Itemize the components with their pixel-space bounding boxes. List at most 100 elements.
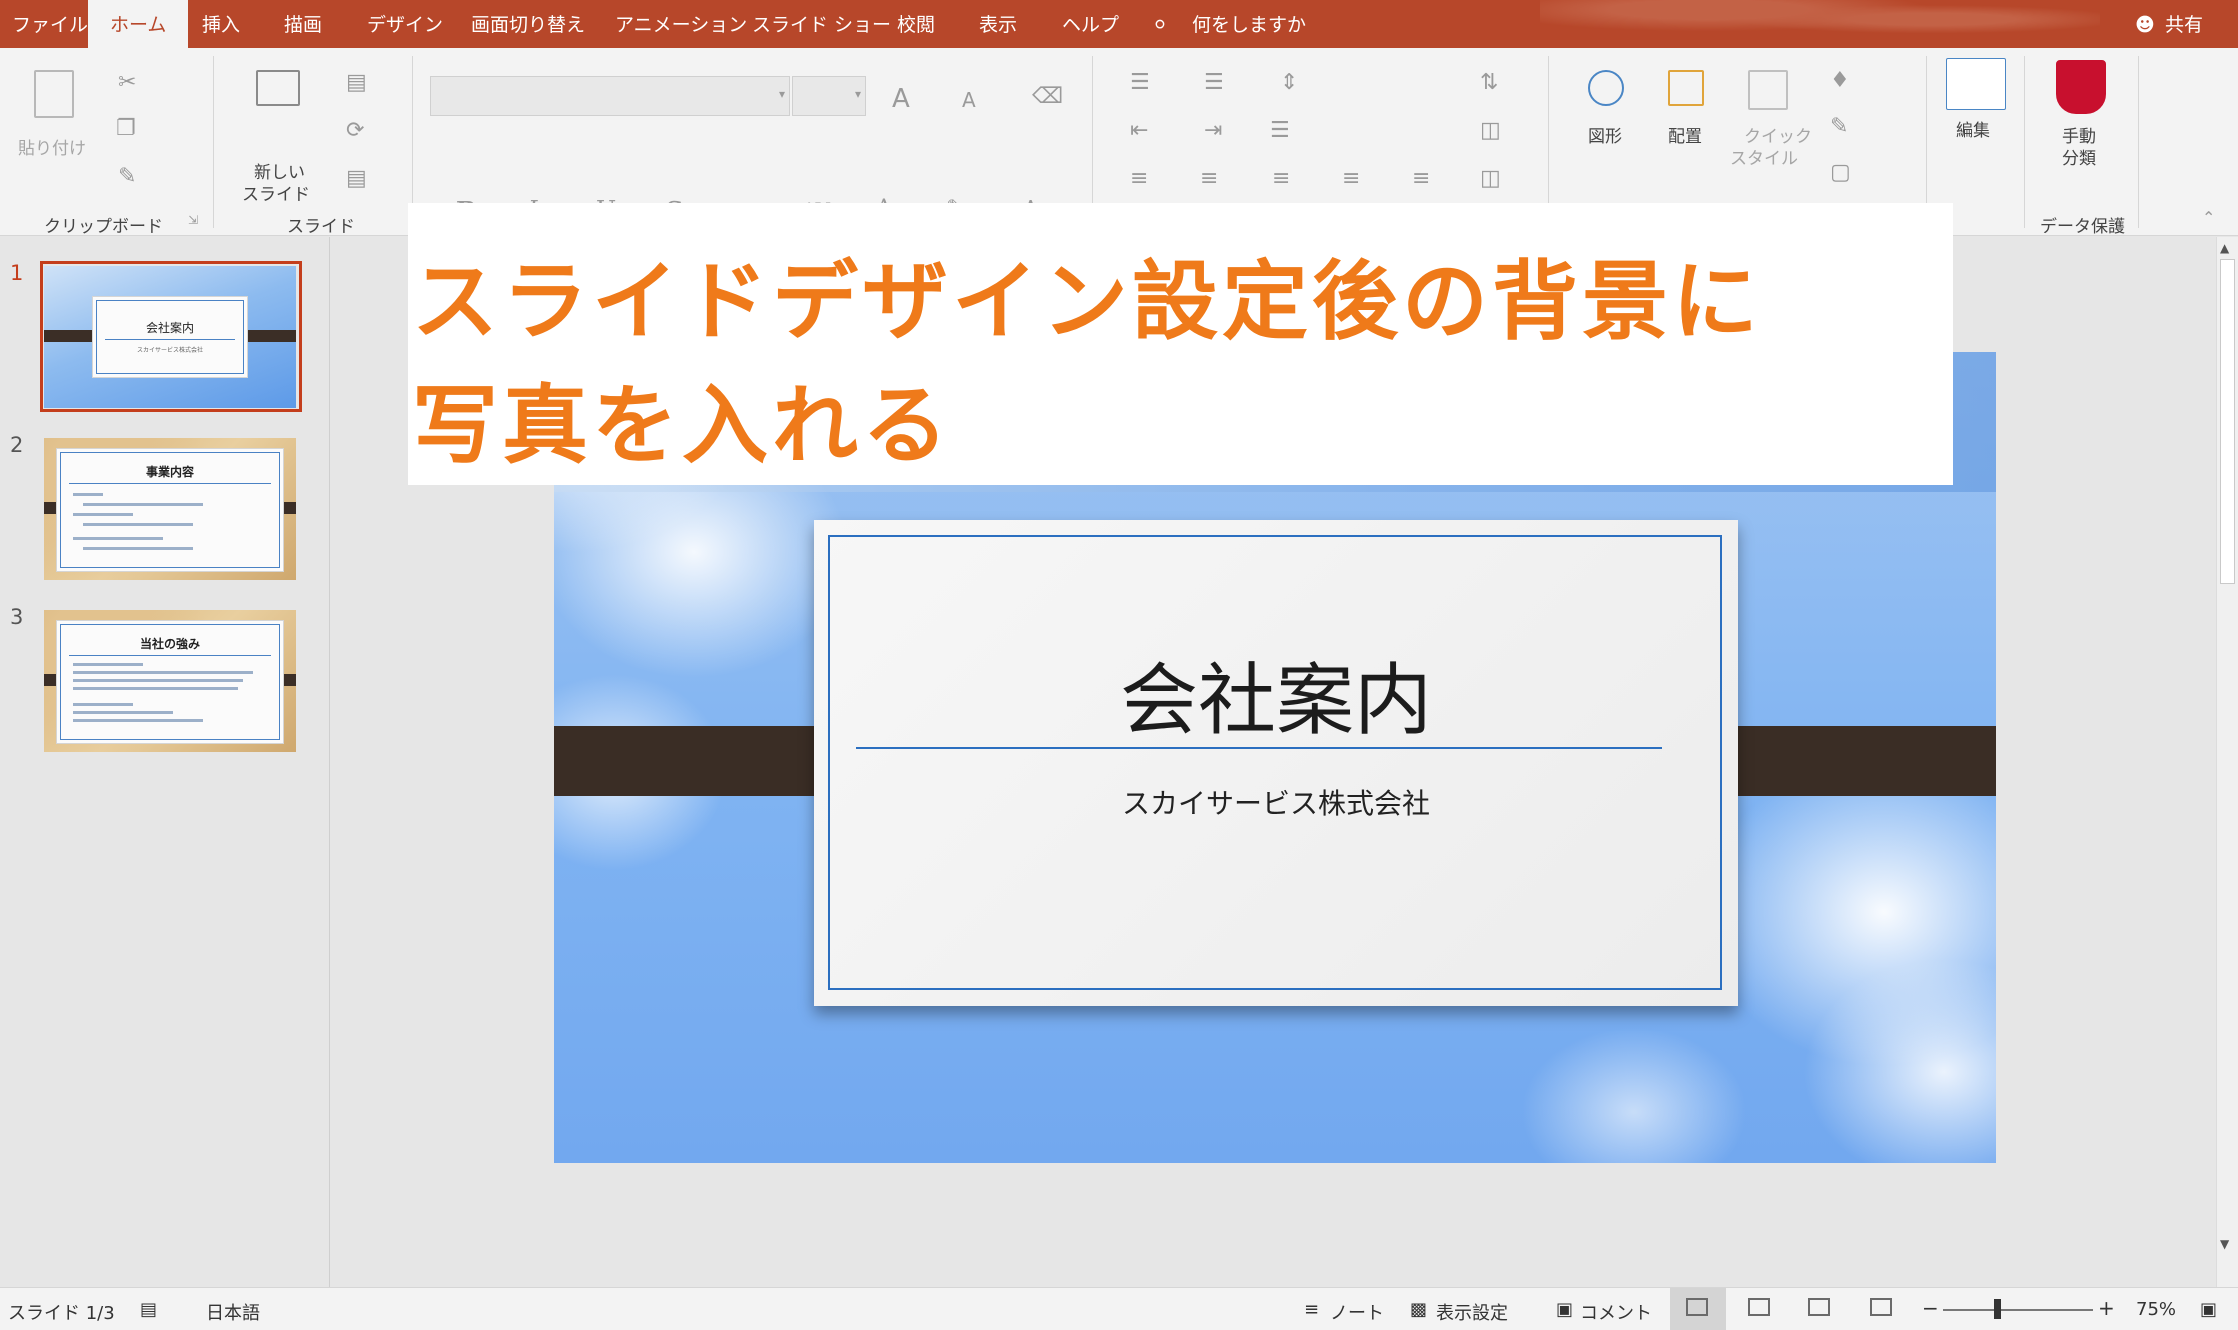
ribbon-tab-bar: ファイル ホーム 挿入 描画 デザイン 画面切り替え アニメーション スライド … xyxy=(0,0,2238,48)
tab-file[interactable]: ファイル xyxy=(12,0,88,48)
numbering-icon[interactable]: ☰ xyxy=(1204,72,1224,94)
copy-icon[interactable]: ❐ xyxy=(116,118,136,140)
slide-thumbnail-pane: 1 会社案内 スカイサービス株式会社 2 事業内容 3 当社の強み xyxy=(0,237,330,1287)
scroll-down-icon[interactable]: ▼ xyxy=(2220,1237,2229,1251)
zoom-in-button[interactable]: + xyxy=(2098,1296,2115,1320)
slide-title[interactable]: 会社案内 xyxy=(814,638,1738,750)
arrange-button[interactable]: 配置 xyxy=(1668,122,1702,147)
tab-view[interactable]: 表示 xyxy=(979,0,1017,48)
cut-icon[interactable]: ✂ xyxy=(118,72,136,94)
caption-line-1: スライドデザイン設定後の背景に xyxy=(412,252,1762,352)
thumbnail-number: 2 xyxy=(10,433,24,457)
thumbnail-slide-3[interactable]: 当社の強み xyxy=(44,610,296,752)
tab-review[interactable]: 校閲 xyxy=(897,0,935,48)
user-icon: ☻ xyxy=(2135,14,2155,36)
group-divider xyxy=(2138,56,2139,228)
align-left-icon[interactable]: ≡ xyxy=(1130,168,1148,190)
normal-view-button[interactable] xyxy=(1670,1288,1726,1330)
tab-transitions[interactable]: 画面切り替え xyxy=(471,0,585,48)
distributed-icon[interactable]: ≡ xyxy=(1412,168,1430,190)
slideshow-view-button[interactable] xyxy=(1854,1288,1910,1330)
slide-counter: スライド 1/3 xyxy=(8,1303,115,1324)
editing-button[interactable]: 編集 xyxy=(1956,116,1990,141)
language-indicator[interactable]: 日本語 xyxy=(206,1299,260,1325)
columns-icon[interactable]: ☰ xyxy=(1270,120,1290,142)
paste-icon xyxy=(34,70,74,118)
thumbnail-card: 当社の強み xyxy=(56,620,284,744)
zoom-slider-handle[interactable] xyxy=(1994,1299,2001,1319)
zoom-out-button[interactable]: − xyxy=(1922,1296,1939,1320)
align-right-icon[interactable]: ≡ xyxy=(1272,168,1290,190)
bullets-icon[interactable]: ☰ xyxy=(1130,72,1150,94)
tell-me-search[interactable]: 何をしますか xyxy=(1192,0,1306,48)
clear-format-icon[interactable]: ⌫ xyxy=(1032,86,1063,108)
status-bar: スライド 1/3 ▤ 日本語 ≡ ノート ▩ 表示設定 ▣ コメント − + 7… xyxy=(0,1287,2238,1330)
thumbnail-band xyxy=(246,330,296,342)
thumbnail-slide-1[interactable]: 会社案内 スカイサービス株式会社 xyxy=(44,266,296,408)
align-center-icon[interactable]: ≡ xyxy=(1200,168,1218,190)
accessibility-icon[interactable]: ▤ xyxy=(140,1299,157,1320)
smartart-icon[interactable]: ◫ xyxy=(1480,168,1501,190)
tab-home[interactable]: ホーム xyxy=(88,0,189,48)
thumbnail-band xyxy=(44,330,94,342)
new-slide-button-line2[interactable]: スライド xyxy=(242,180,310,205)
shape-effects-icon[interactable]: ▢ xyxy=(1830,162,1851,184)
tab-help[interactable]: ヘルプ xyxy=(1062,0,1119,48)
manual-classify-button-line2[interactable]: 分類 xyxy=(2062,144,2096,169)
increase-indent-icon[interactable]: ⇥ xyxy=(1204,120,1222,142)
format-painter-icon[interactable]: ✎ xyxy=(118,166,136,188)
tab-animations[interactable]: アニメーション xyxy=(615,0,747,48)
tab-draw[interactable]: 描画 xyxy=(284,0,322,48)
zoom-level[interactable]: 75% xyxy=(2136,1299,2176,1320)
thumbnail-card: 事業内容 xyxy=(56,448,284,572)
scrollbar-thumb[interactable] xyxy=(2220,259,2235,584)
font-size-increase-button[interactable]: A xyxy=(892,86,910,112)
paste-button[interactable]: 貼り付け xyxy=(18,134,86,159)
collapse-ribbon-icon[interactable]: ⌃ xyxy=(2202,210,2215,226)
tab-slideshow[interactable]: スライド ショー xyxy=(752,0,891,48)
arrange-icon xyxy=(1668,70,1704,106)
slide-subtitle[interactable]: スカイサービス株式会社 xyxy=(814,782,1738,822)
font-name-combobox[interactable]: ▾ xyxy=(430,76,790,116)
section-icon[interactable]: ▤ xyxy=(346,168,367,190)
zoom-slider[interactable] xyxy=(1943,1309,2093,1311)
tab-design[interactable]: デザイン xyxy=(367,0,443,48)
thumbnail-title: 当社の強み xyxy=(139,637,200,651)
font-size-combobox[interactable]: ▾ xyxy=(792,76,866,116)
slide-sorter-view-button[interactable] xyxy=(1732,1288,1788,1330)
tab-insert[interactable]: 挿入 xyxy=(202,0,240,48)
text-direction-icon[interactable]: ⇅ xyxy=(1480,72,1498,94)
shapes-button[interactable]: 図形 xyxy=(1588,122,1622,147)
powerpoint-window: ファイル ホーム 挿入 描画 デザイン 画面切り替え アニメーション スライド … xyxy=(0,0,2238,1330)
new-slide-icon xyxy=(256,70,300,106)
thumbnail-slide-2[interactable]: 事業内容 xyxy=(44,438,296,580)
shape-outline-icon[interactable]: ✎ xyxy=(1830,116,1848,138)
comments-button[interactable]: コメント xyxy=(1580,1299,1652,1325)
justify-icon[interactable]: ≡ xyxy=(1342,168,1360,190)
line-spacing-icon[interactable]: ⇕ xyxy=(1280,72,1298,94)
display-settings-icon: ▩ xyxy=(1410,1299,1428,1320)
thumbnail-title: 会社案内 xyxy=(145,321,194,335)
layout-icon[interactable]: ▤ xyxy=(346,72,367,94)
reset-slide-icon[interactable]: ⟳ xyxy=(346,120,364,142)
display-settings-button[interactable]: 表示設定 xyxy=(1436,1299,1508,1325)
align-text-icon[interactable]: ◫ xyxy=(1480,120,1501,142)
notes-icon: ≡ xyxy=(1304,1299,1320,1320)
fit-to-window-icon[interactable]: ▣ xyxy=(2200,1299,2217,1320)
title-card-border xyxy=(828,535,1722,990)
vertical-scrollbar[interactable]: ▲ ▼ xyxy=(2216,237,2238,1287)
shape-fill-icon[interactable]: ♦ xyxy=(1830,70,1850,92)
notes-button[interactable]: ノート xyxy=(1330,1299,1384,1325)
quick-styles-button-line2[interactable]: スタイル xyxy=(1730,144,1798,169)
decrease-indent-icon[interactable]: ⇤ xyxy=(1130,120,1148,142)
decorative-band-right xyxy=(1706,726,1996,796)
shapes-icon xyxy=(1588,70,1624,106)
thumbnail-subtitle: スカイサービス株式会社 xyxy=(136,347,203,354)
font-size-decrease-button[interactable]: A xyxy=(962,90,976,110)
caption-line-2: 写真を入れる xyxy=(412,376,952,476)
reading-view-button[interactable] xyxy=(1792,1288,1848,1330)
scroll-up-icon[interactable]: ▲ xyxy=(2220,241,2229,255)
share-button[interactable]: 共有 xyxy=(2165,0,2203,48)
dialog-launcher-icon[interactable]: ⇲ xyxy=(188,214,198,226)
slides-group-label: スライド xyxy=(287,217,355,237)
